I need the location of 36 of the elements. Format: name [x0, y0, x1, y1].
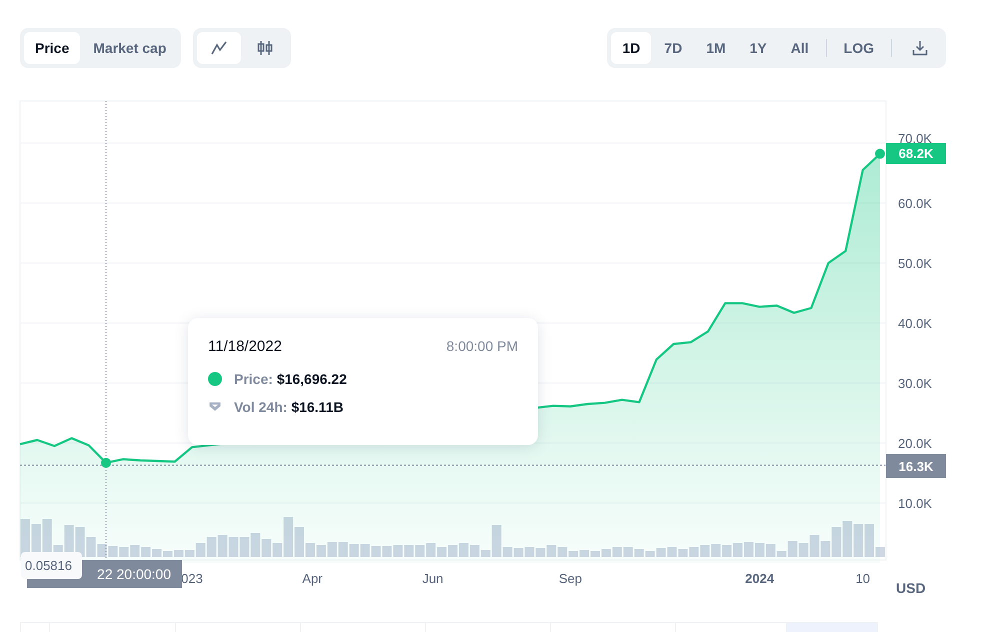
y-axis-label: 20.0K [898, 436, 932, 451]
last-price-dot [875, 148, 885, 159]
x-axis-label: 10 [856, 571, 870, 586]
range-tab[interactable]: 1M [695, 32, 737, 64]
crosshair-dot [101, 458, 111, 468]
range-tab[interactable]: 1Y [738, 32, 778, 64]
y-axis-label: 30.0K [898, 376, 932, 391]
x-axis-label: 023 [181, 571, 203, 586]
y-axis-label: 40.0K [898, 316, 932, 331]
range-tab[interactable]: 1D [611, 32, 652, 64]
metric-tab[interactable]: Market cap [82, 32, 178, 64]
download-icon [912, 40, 928, 56]
y-axis-label: 70.0K [898, 131, 932, 146]
tooltip-value: Price: $16,696.22 [234, 371, 347, 387]
y-axis-label: 60.0K [898, 196, 932, 211]
tooltip-date: 11/18/2022 [208, 338, 282, 355]
x-axis-label: 2024 [745, 571, 774, 586]
last-price-badge: 68.2K [886, 143, 946, 164]
x-axis-label: Jun [422, 571, 444, 586]
chart-type-tab[interactable] [197, 32, 242, 64]
x-axis-label: Sep [558, 571, 582, 586]
y-axis-label: 10.0K [898, 496, 932, 511]
candlestick-icon [256, 40, 274, 56]
metric-tab[interactable]: Price [24, 32, 80, 64]
currency-label: USD [896, 580, 926, 596]
crosshair-volume-badge: 0.05816 [21, 552, 82, 579]
x-axis-label: Apr [302, 571, 323, 586]
log-scale-button[interactable]: LOG [832, 32, 885, 64]
tooltip-value: Vol 24h: $16.11B [234, 399, 344, 415]
y-axis-label: 50.0K [898, 256, 932, 271]
crosshair-price-badge: 16.3K [886, 454, 946, 478]
range-tab[interactable]: 7D [653, 32, 694, 64]
tooltip-time: 8:00:00 PM [446, 338, 518, 355]
volume-icon [208, 401, 222, 413]
line-chart-icon [211, 41, 228, 55]
range-tab[interactable]: All [780, 32, 820, 64]
